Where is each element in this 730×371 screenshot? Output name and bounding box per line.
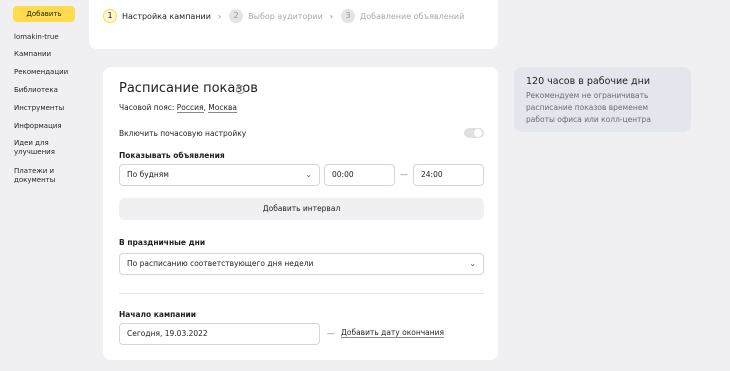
- divider: [119, 293, 484, 294]
- sidebar-item-recommendations[interactable]: Рекомендации: [14, 68, 84, 77]
- time-to-input[interactable]: 24:00: [413, 164, 484, 186]
- help-icon[interactable]: ?: [236, 85, 245, 94]
- timezone-separator: ,: [203, 103, 206, 112]
- sidebar-item-account[interactable]: lomakin-true: [14, 33, 84, 42]
- sidebar-item-payments[interactable]: Платежи и документы: [14, 167, 62, 185]
- step-2-number[interactable]: 2: [229, 9, 244, 23]
- time-dash: —: [400, 170, 408, 179]
- holidays-label: В праздничные дни: [119, 238, 206, 247]
- timezone-label: Часовой пояс:: [119, 103, 175, 112]
- holidays-select[interactable]: По расписанию соответствующего дня недел…: [119, 253, 484, 275]
- time-from-input[interactable]: 00:00: [324, 164, 395, 186]
- timezone-city-link[interactable]: Москва: [208, 103, 238, 113]
- show-ads-label: Показывать объявления: [119, 151, 225, 160]
- days-select-value: По будням: [127, 170, 169, 179]
- start-label: Начало кампании: [119, 310, 197, 319]
- toggle-knob: [474, 129, 482, 137]
- sidebar: Добавить lomakin-true Кампании Рекоменда…: [0, 0, 88, 371]
- info-card: 120 часов в рабочие дни Рекомендуем не о…: [514, 67, 691, 132]
- sidebar-item-campaigns[interactable]: Кампании: [14, 50, 84, 59]
- hourly-toggle-label: Включить почасовую настройку: [119, 129, 247, 138]
- stepper: 1 Настройка кампании › 2 Выбор аудитории…: [103, 8, 464, 24]
- step-1-label[interactable]: Настройка кампании: [122, 12, 211, 21]
- days-select[interactable]: По будням ⌄: [119, 164, 320, 186]
- end-dash: —: [327, 329, 335, 338]
- chevron-right-icon: ›: [217, 11, 222, 21]
- chevron-down-icon: ⌄: [469, 259, 476, 268]
- sidebar-item-library[interactable]: Библиотека: [14, 86, 84, 95]
- chevron-down-icon: ⌄: [305, 170, 312, 179]
- step-1-number[interactable]: 1: [103, 9, 117, 23]
- timezone-country-link[interactable]: Россия: [176, 103, 204, 113]
- info-card-text: Рекомендуем не ограничивать расписание п…: [526, 91, 651, 124]
- sidebar-item-ideas[interactable]: Идеи для улучшения: [14, 139, 62, 157]
- holidays-select-value: По расписанию соответствующего дня недел…: [127, 259, 314, 268]
- timezone: Часовой пояс: Россия, Москва: [119, 103, 238, 113]
- step-3-number[interactable]: 3: [341, 9, 356, 23]
- sidebar-item-tools[interactable]: Инструменты: [14, 104, 84, 113]
- step-2-label[interactable]: Выбор аудитории: [248, 12, 323, 21]
- add-end-date-link[interactable]: Добавить дату окончания: [341, 328, 445, 338]
- start-date-input[interactable]: Сегодня, 19.03.2022: [119, 323, 320, 345]
- info-card-title: 120 часов в рабочие дни: [526, 76, 650, 87]
- chevron-right-icon: ›: [329, 11, 334, 21]
- schedule-card: Расписание показов ? Часовой пояс: Росси…: [103, 67, 498, 360]
- step-3-label[interactable]: Добавление объявлений: [360, 12, 464, 21]
- add-interval-button[interactable]: Добавить интервал: [119, 198, 484, 220]
- hourly-toggle[interactable]: [464, 128, 484, 138]
- add-button[interactable]: Добавить: [13, 6, 75, 22]
- sidebar-item-information[interactable]: Информация: [14, 122, 84, 131]
